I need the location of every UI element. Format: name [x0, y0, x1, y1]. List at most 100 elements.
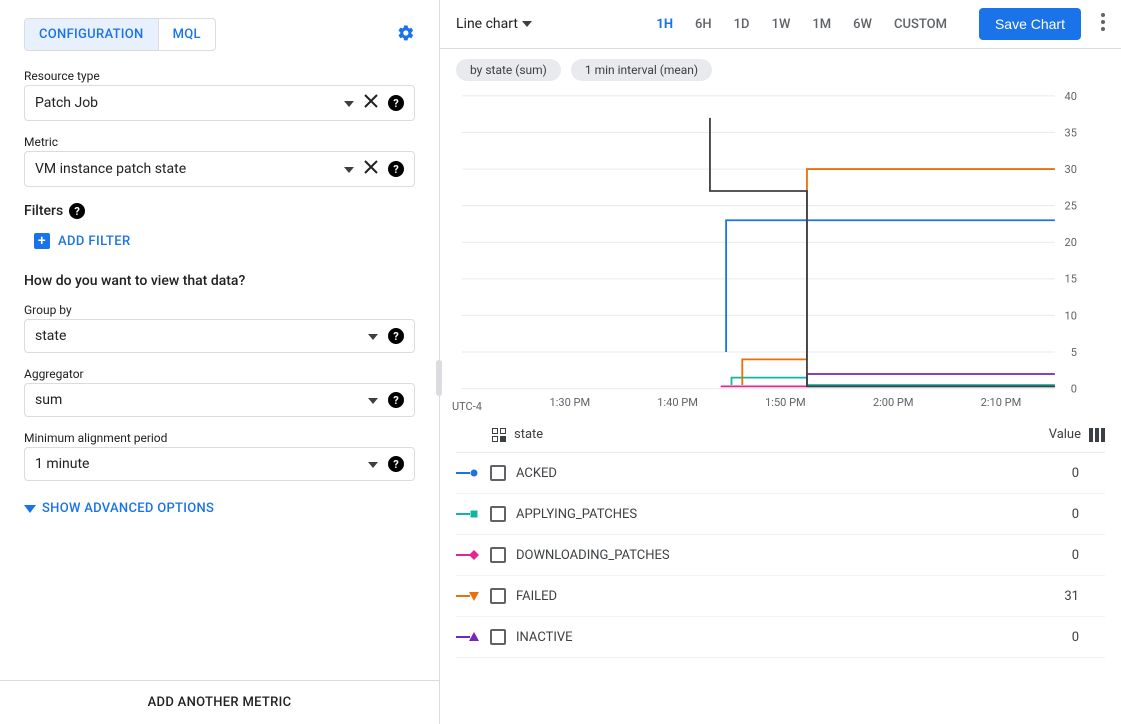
tab-configuration[interactable]: CONFIGURATION [25, 19, 158, 50]
help-icon[interactable]: ? [388, 95, 404, 111]
time-range-6w[interactable]: 6W [843, 11, 882, 38]
legend-row[interactable]: DOWNLOADING_PATCHES 0 [456, 535, 1105, 576]
aggregator-label: Aggregator [24, 367, 415, 381]
svg-text:0: 0 [1071, 383, 1077, 396]
time-range-custom[interactable]: CUSTOM [884, 11, 957, 38]
series-checkbox[interactable] [490, 547, 506, 563]
gear-icon[interactable] [397, 24, 415, 46]
columns-icon[interactable] [1089, 428, 1105, 442]
legend-header: state Value [456, 417, 1105, 453]
aggregator-value: sum [35, 392, 368, 408]
svg-text:1:50 PM: 1:50 PM [765, 396, 806, 409]
alignment-value: 1 minute [35, 456, 368, 472]
alignment-label: Minimum alignment period [24, 431, 415, 445]
time-range-6h[interactable]: 6H [685, 11, 722, 38]
chart-chips: by state (sum) 1 min interval (mean) [440, 49, 1121, 85]
tab-mql[interactable]: MQL [158, 19, 215, 50]
legend-row[interactable]: ACKED 0 [456, 453, 1105, 494]
series-value: 0 [1019, 466, 1079, 481]
series-checkbox[interactable] [490, 588, 506, 604]
svg-text:5: 5 [1071, 346, 1077, 359]
svg-text:15: 15 [1065, 273, 1077, 286]
clear-icon[interactable] [364, 160, 378, 178]
series-checkbox[interactable] [490, 629, 506, 645]
svg-text:2:10 PM: 2:10 PM [981, 396, 1022, 409]
chart-panel: Line chart 1H6H1D1W1M6WCUSTOM Save Chart… [440, 0, 1121, 724]
chevron-down-icon[interactable] [344, 96, 354, 111]
help-icon[interactable]: ? [388, 392, 404, 408]
metric-value: VM instance patch state [35, 161, 344, 177]
chevron-down-icon [24, 505, 36, 513]
show-advanced-toggle[interactable]: SHOW ADVANCED OPTIONS [24, 501, 415, 516]
timezone-label: UTC-4 [452, 400, 482, 413]
legend-row[interactable]: FAILED 31 [456, 576, 1105, 617]
series-marker-icon [456, 549, 480, 561]
help-icon[interactable]: ? [388, 161, 404, 177]
series-marker-icon [456, 467, 480, 479]
legend: state Value ACKED 0 APPLYING_PATCHES 0 D… [440, 417, 1121, 724]
series-value: 0 [1019, 548, 1079, 563]
alignment-select[interactable]: 1 minute ? [24, 447, 415, 481]
group-by-select[interactable]: state ? [24, 319, 415, 353]
clear-icon[interactable] [364, 94, 378, 112]
svg-text:2:00 PM: 2:00 PM [873, 396, 914, 409]
chevron-down-icon [522, 21, 532, 27]
chart-topbar: Line chart 1H6H1D1W1M6WCUSTOM Save Chart [440, 0, 1121, 49]
group-by-label: Group by [24, 303, 415, 317]
chevron-down-icon[interactable] [368, 393, 378, 408]
svg-text:30: 30 [1065, 163, 1077, 176]
save-chart-button[interactable]: Save Chart [979, 8, 1081, 40]
series-name: ACKED [516, 466, 1019, 481]
chevron-down-icon[interactable] [344, 162, 354, 177]
filters-header: Filters ? [24, 203, 415, 219]
help-icon[interactable]: ? [388, 456, 404, 472]
svg-text:40: 40 [1065, 91, 1077, 103]
series-name: FAILED [516, 589, 1019, 604]
chart-chip[interactable]: 1 min interval (mean) [571, 59, 712, 81]
series-value: 31 [1019, 589, 1079, 604]
svg-text:10: 10 [1065, 309, 1077, 322]
legend-row[interactable]: INACTIVE 0 [456, 617, 1105, 658]
add-another-metric-button[interactable]: ADD ANOTHER METRIC [0, 680, 439, 724]
series-marker-icon [456, 590, 480, 602]
series-name: APPLYING_PATCHES [516, 507, 1019, 522]
view-question: How do you want to view that data? [24, 273, 415, 289]
config-tabs: CONFIGURATION MQL [24, 18, 216, 51]
aggregator-select[interactable]: sum ? [24, 383, 415, 417]
series-name: INACTIVE [516, 630, 1019, 645]
series-value: 0 [1019, 630, 1079, 645]
time-range-picker: 1H6H1D1W1M6WCUSTOM [646, 11, 957, 38]
config-sidebar: CONFIGURATION MQL Resource type Patch Jo… [0, 0, 440, 724]
time-range-1w[interactable]: 1W [762, 11, 801, 38]
chart-chip[interactable]: by state (sum) [456, 59, 561, 81]
help-icon[interactable]: ? [69, 203, 85, 219]
add-filter-button[interactable]: + ADD FILTER [34, 233, 131, 249]
series-checkbox[interactable] [490, 506, 506, 522]
legend-row[interactable]: APPLYING_PATCHES 0 [456, 494, 1105, 535]
display-mode-icon[interactable] [492, 428, 506, 442]
series-name: DOWNLOADING_PATCHES [516, 548, 1019, 563]
chevron-down-icon[interactable] [368, 457, 378, 472]
series-checkbox[interactable] [490, 465, 506, 481]
help-icon[interactable]: ? [388, 328, 404, 344]
plus-icon: + [34, 233, 50, 249]
series-marker-icon [456, 508, 480, 520]
state-column-header[interactable]: state [514, 427, 543, 442]
metric-select[interactable]: VM instance patch state ? [24, 151, 415, 187]
time-range-1d[interactable]: 1D [724, 11, 760, 38]
chevron-down-icon[interactable] [368, 329, 378, 344]
time-range-1h[interactable]: 1H [646, 11, 683, 38]
svg-text:20: 20 [1065, 236, 1077, 249]
chart-canvas[interactable]: 05101520253035401:30 PM1:40 PM1:50 PM2:0… [440, 85, 1121, 417]
svg-text:1:30 PM: 1:30 PM [550, 396, 591, 409]
resource-type-select[interactable]: Patch Job ? [24, 85, 415, 121]
series-marker-icon [456, 631, 480, 643]
chart-type-select[interactable]: Line chart [456, 16, 532, 32]
svg-text:1:40 PM: 1:40 PM [657, 396, 698, 409]
metric-label: Metric [24, 135, 415, 149]
series-value: 0 [1019, 507, 1079, 522]
time-range-1m[interactable]: 1M [802, 11, 841, 38]
svg-text:25: 25 [1065, 200, 1077, 213]
more-options-icon[interactable] [1101, 13, 1105, 35]
value-column-header[interactable]: Value [1021, 427, 1081, 442]
